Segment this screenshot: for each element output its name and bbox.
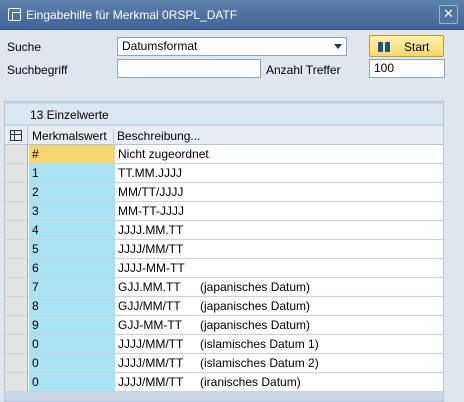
search-form: Suche Datumsformat Start Suchbegriff Anz… [0,31,464,101]
date-format-text: GJJ-MM-TT [118,318,182,332]
merkmalswert-cell[interactable]: 1 [29,164,115,182]
row-selector[interactable] [5,297,28,315]
merkmalswert-cell[interactable]: 0 [29,373,115,391]
column-header-beschreibung[interactable]: Beschreibung... [115,129,200,143]
calendar-note-text: (japanisches Datum) [200,299,311,313]
calendar-note-text: (islamisches Datum 2) [200,356,319,370]
table-row[interactable]: 0 JJJJ/MM/TT (iranisches Datum) [5,373,443,392]
date-format-text: JJJJ.MM.TT [118,223,184,237]
date-format-text: MM-TT-JJJJ [118,204,184,218]
date-format-text: JJJJ/MM/TT [118,337,184,351]
date-format-text: JJJJ/MM/TT [118,242,184,256]
table-body: # Nicht zugeordnet 1 TT.MM.JJJJ 2 MM/TT/JJJJ 3… [5,145,443,392]
merkmalswert-cell[interactable]: 5 [29,240,115,258]
merkmalswert-cell[interactable]: 0 [29,335,115,353]
table-row[interactable]: 0 JJJJ/MM/TT (islamisches Datum 2) [5,354,443,373]
merkmalswert-cell[interactable]: 8 [29,297,115,315]
beschreibung-cell[interactable]: JJJJ.MM.TT [115,221,443,239]
calendar-note-text: (iranisches Datum) [200,375,301,389]
beschreibung-cell[interactable]: JJJJ/MM/TT (iranisches Datum) [115,373,443,391]
table-row[interactable]: 3 MM-TT-JJJJ [5,202,443,221]
table-row[interactable]: 4 JJJJ.MM.TT [5,221,443,240]
start-button[interactable]: Start [369,35,444,57]
date-format-text: GJJ.MM.TT [118,280,181,294]
table-row[interactable]: 9 GJJ-MM-TT (japanisches Datum) [5,316,443,335]
table-row[interactable]: # Nicht zugeordnet [5,145,443,164]
beschreibung-cell[interactable]: JJJJ/MM/TT [115,240,443,258]
table-row[interactable]: 7 GJJ.MM.TT (japanisches Datum) [5,278,443,297]
date-format-text: TT.MM.JJJJ [118,166,182,180]
table-row[interactable]: 2 MM/TT/JJJJ [5,183,443,202]
row-selector[interactable] [5,145,28,163]
merkmalswert-cell[interactable]: 0 [29,354,115,372]
date-format-text: GJJ/MM/TT [118,299,181,313]
result-count: 13 Einzelwerte [30,108,109,122]
date-format-text: JJJJ/MM/TT [118,356,184,370]
table-row[interactable]: 5 JJJJ/MM/TT [5,240,443,259]
table-row[interactable]: 8 GJJ/MM/TT (japanisches Datum) [5,297,443,316]
beschreibung-cell[interactable]: GJJ.MM.TT (japanisches Datum) [115,278,443,296]
table-row[interactable]: 1 TT.MM.JJJJ [5,164,443,183]
row-selector[interactable] [5,278,28,296]
date-format-text: JJJJ/MM/TT [118,375,184,389]
row-selector[interactable] [5,316,28,334]
suchbegriff-label: Suchbegriff [7,63,68,77]
merkmalswert-cell[interactable]: 6 [29,259,115,277]
row-selector[interactable] [5,354,28,372]
suche-label: Suche [7,40,42,54]
calendar-note-text: (japanisches Datum) [200,318,311,332]
merkmalswert-cell[interactable]: 4 [29,221,115,239]
merkmalswert-cell[interactable]: 3 [29,202,115,220]
select-all-cell[interactable] [5,126,28,145]
right-panel [445,101,464,402]
result-list: 13 Einzelwerte Merkmalswert Beschreibung… [4,101,444,402]
row-selector[interactable] [5,373,28,391]
beschreibung-cell[interactable]: JJJJ-MM-TT [115,259,443,277]
window-title: Eingabehilfe für Merkmal 0RSPL_DATF [26,8,238,22]
beschreibung-cell[interactable]: GJJ-MM-TT (japanisches Datum) [115,316,443,334]
beschreibung-cell[interactable]: GJJ/MM/TT (japanisches Datum) [115,297,443,315]
calendar-note-text: (islamisches Datum 1) [200,337,319,351]
row-selector[interactable] [5,240,28,258]
beschreibung-cell[interactable]: MM-TT-JJJJ [115,202,443,220]
table-row[interactable]: 0 JJJJ/MM/TT (islamisches Datum 1) [5,335,443,354]
date-format-text: Nicht zugeordnet [118,147,209,161]
merkmalswert-cell[interactable]: 2 [29,183,115,201]
anzahl-treffer-label: Anzahl Treffer [266,63,341,77]
table-row[interactable]: 6 JJJJ-MM-TT [5,259,443,278]
beschreibung-cell[interactable]: TT.MM.JJJJ [115,164,443,182]
beschreibung-cell[interactable]: MM/TT/JJJJ [115,183,443,201]
row-selector[interactable] [5,183,28,201]
result-count-bar: 13 Einzelwerte [5,104,443,124]
result-table: Merkmalswert Beschreibung... # Nicht zuge… [5,126,443,392]
max-hits-input[interactable]: 100 [369,59,445,78]
beschreibung-cell[interactable]: JJJJ/MM/TT (islamisches Datum 1) [115,335,443,353]
calendar-note-text: (japanisches Datum) [200,280,311,294]
row-selector[interactable] [5,221,28,239]
list-bottom-strip [5,393,443,401]
row-selector[interactable] [5,259,28,277]
search-type-select[interactable]: Datumsformat [117,37,347,56]
row-selector[interactable] [5,164,28,182]
search-type-value: Datumsformat [122,39,198,53]
merkmalswert-cell[interactable]: 9 [29,316,115,334]
window-icon [8,8,21,21]
beschreibung-cell[interactable]: JJJJ/MM/TT (islamisches Datum 2) [115,354,443,372]
title-bar: Eingabehilfe für Merkmal 0RSPL_DATF ✕ [0,0,464,30]
search-term-input[interactable] [117,59,261,78]
close-button[interactable]: ✕ [439,5,458,24]
row-selector[interactable] [5,202,28,220]
binoculars-icon [377,39,391,53]
merkmalswert-cell[interactable]: # [29,145,115,163]
start-button-label: Start [404,40,430,54]
table-header: Merkmalswert Beschreibung... [5,126,443,145]
date-format-text: JJJJ-MM-TT [118,261,185,275]
beschreibung-cell[interactable]: Nicht zugeordnet [115,145,443,163]
chevron-down-icon[interactable] [334,44,342,49]
date-format-text: MM/TT/JJJJ [118,185,184,199]
column-header-merkmalswert[interactable]: Merkmalswert [29,129,114,143]
row-selector[interactable] [5,335,28,353]
merkmalswert-cell[interactable]: 7 [29,278,115,296]
grid-settings-icon[interactable] [10,130,22,141]
